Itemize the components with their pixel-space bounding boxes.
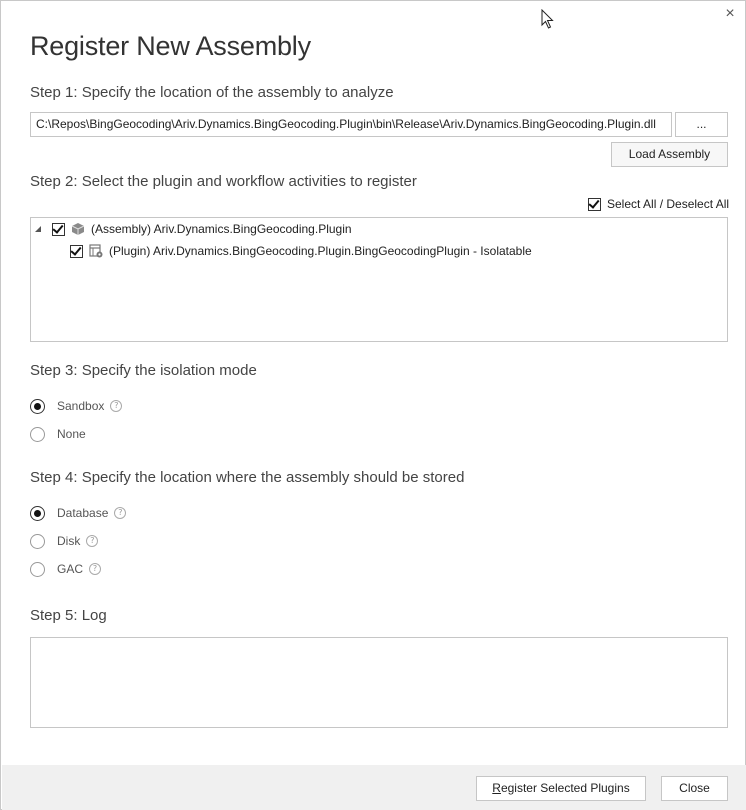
- assembly-checkbox[interactable]: [52, 221, 65, 236]
- tree-item-label: (Assembly) Ariv.Dynamics.BingGeocoding.P…: [91, 222, 352, 236]
- browse-button[interactable]: ...: [675, 112, 728, 137]
- none-label: None: [57, 427, 86, 441]
- dialog-title: Register New Assembly: [30, 31, 311, 61]
- checkmark-icon: [588, 196, 600, 209]
- gac-label: GAC: [57, 562, 84, 576]
- checkmark-icon: [70, 243, 82, 256]
- help-icon[interactable]: ?: [110, 400, 123, 412]
- load-assembly-button[interactable]: Load Assembly: [611, 142, 728, 167]
- close-button[interactable]: Close: [661, 776, 728, 801]
- tree-item-label: (Plugin) Ariv.Dynamics.BingGeocoding.Plu…: [109, 244, 532, 258]
- step5-heading: Step 5: Log: [30, 607, 107, 624]
- register-accelerator: R: [492, 781, 501, 795]
- radio-dot: [34, 402, 41, 410]
- disk-label: Disk: [57, 534, 81, 548]
- tree-item-plugin[interactable]: (Plugin) Ariv.Dynamics.BingGeocoding.Plu…: [70, 242, 532, 260]
- assembly-icon: [71, 223, 85, 235]
- gac-radio[interactable]: [30, 561, 45, 577]
- disk-radio[interactable]: [30, 533, 45, 549]
- checkmark-icon: [52, 221, 64, 234]
- assembly-path-input[interactable]: C:\Repos\BingGeocoding\Ariv.Dynamics.Bin…: [30, 112, 672, 137]
- radio-dot: [34, 509, 41, 517]
- storage-option-database[interactable]: Database ?: [30, 505, 127, 521]
- help-icon[interactable]: ?: [114, 507, 127, 519]
- step4-heading: Step 4: Specify the location where the a…: [30, 469, 465, 486]
- step2-heading: Step 2: Select the plugin and workflow a…: [30, 173, 417, 190]
- plugin-icon: [89, 244, 103, 258]
- select-all-toggle[interactable]: Select All / Deselect All: [588, 196, 729, 212]
- log-output[interactable]: [30, 637, 728, 728]
- select-all-checkbox[interactable]: [588, 196, 601, 211]
- help-icon[interactable]: ?: [86, 535, 99, 547]
- plugin-checkbox[interactable]: [70, 243, 83, 258]
- mouse-cursor-icon: [541, 9, 554, 29]
- register-label: egister Selected Plugins: [500, 781, 630, 795]
- expand-collapse-icon[interactable]: [35, 225, 43, 233]
- tree-item-assembly[interactable]: (Assembly) Ariv.Dynamics.BingGeocoding.P…: [35, 220, 352, 238]
- isolation-option-sandbox[interactable]: Sandbox ?: [30, 398, 123, 414]
- sandbox-radio[interactable]: [30, 398, 45, 414]
- step3-heading: Step 3: Specify the isolation mode: [30, 362, 257, 379]
- register-selected-plugins-button[interactable]: Register Selected Plugins: [476, 776, 646, 801]
- plugin-tree: (Assembly) Ariv.Dynamics.BingGeocoding.P…: [30, 217, 728, 342]
- select-all-label: Select All / Deselect All: [607, 197, 730, 211]
- database-radio[interactable]: [30, 505, 45, 521]
- storage-option-gac[interactable]: GAC ?: [30, 561, 102, 577]
- isolation-option-none[interactable]: None: [30, 426, 86, 442]
- register-assembly-dialog: × Register New Assembly Step 1: Specify …: [0, 0, 746, 810]
- close-icon[interactable]: ×: [722, 5, 738, 23]
- database-label: Database: [57, 506, 109, 520]
- storage-option-disk[interactable]: Disk ?: [30, 533, 99, 549]
- help-icon[interactable]: ?: [89, 563, 102, 575]
- step1-heading: Step 1: Specify the location of the asse…: [30, 84, 394, 101]
- sandbox-label: Sandbox: [57, 399, 105, 413]
- none-radio[interactable]: [30, 426, 45, 442]
